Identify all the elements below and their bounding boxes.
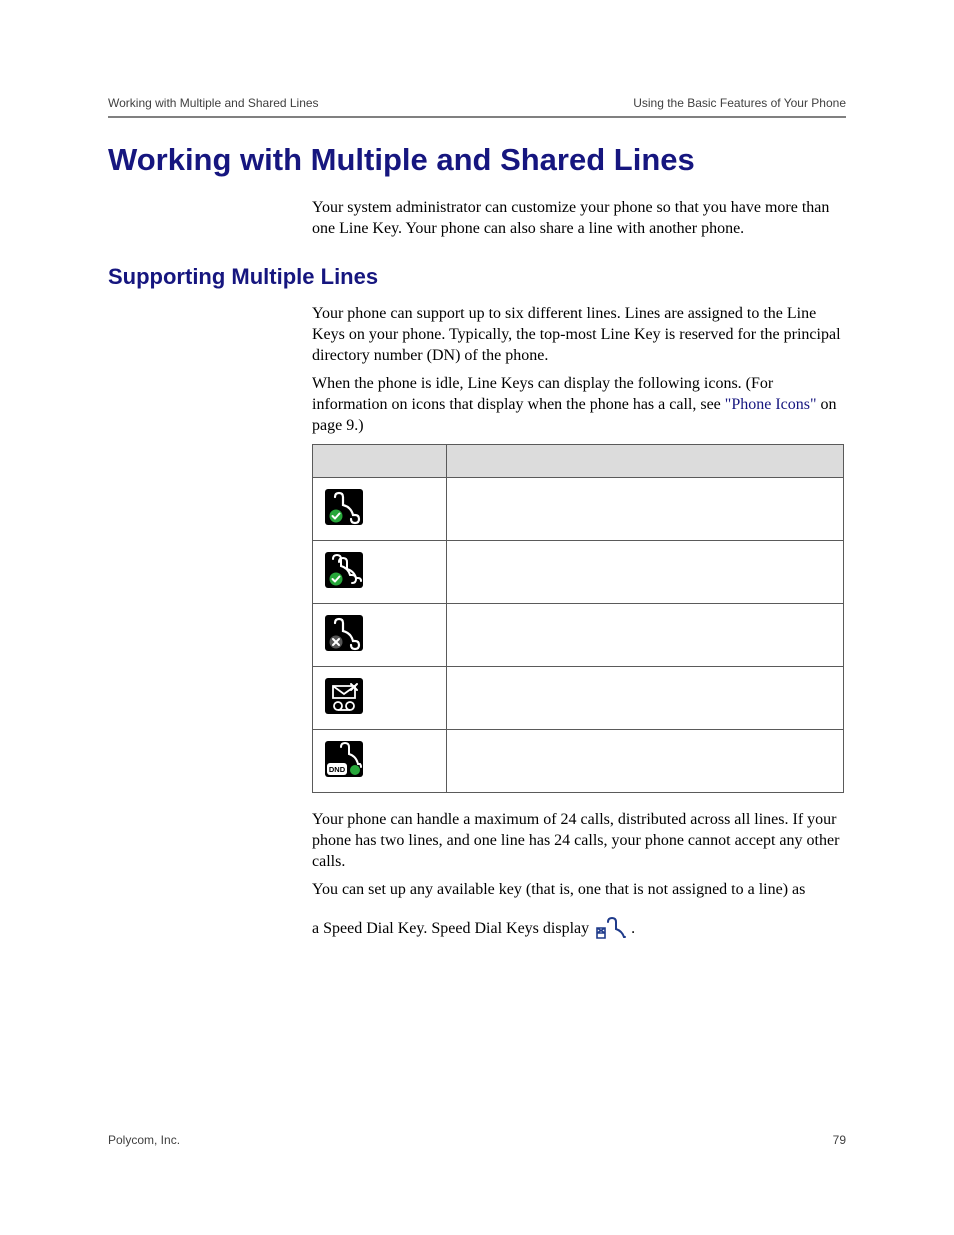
header-right: Using the Basic Features of Your Phone (633, 96, 846, 110)
speed-dial-key-icon (593, 914, 627, 944)
paragraph-2a: When the phone is idle, Line Keys can di… (312, 375, 773, 413)
desc-cell (447, 667, 844, 730)
intro-paragraph: Your system administrator can customize … (312, 198, 844, 240)
paragraph-4: You can set up any available key (that i… (312, 880, 844, 901)
unregistered-line-icon (325, 615, 363, 651)
table-row (313, 604, 844, 667)
icon-cell (313, 667, 447, 730)
paragraph-5a: a Speed Dial Key. Speed Dial Keys displa… (312, 920, 593, 937)
table-row (313, 541, 844, 604)
voicemail-message-icon (325, 678, 363, 714)
header-left: Working with Multiple and Shared Lines (108, 96, 319, 110)
icon-cell (313, 604, 447, 667)
table-row: DND (313, 730, 844, 793)
page-title: Working with Multiple and Shared Lines (108, 142, 695, 178)
desc-cell (447, 541, 844, 604)
icon-cell (313, 541, 447, 604)
desc-cell (447, 730, 844, 793)
icon-cell (313, 478, 447, 541)
registered-line-icon (325, 489, 363, 525)
running-header: Working with Multiple and Shared Lines U… (108, 96, 846, 118)
table-header-row (313, 445, 844, 478)
icon-cell: DND (313, 730, 447, 793)
phone-icons-link[interactable]: "Phone Icons" (725, 396, 817, 413)
icon-table: DND (312, 444, 844, 793)
page-number: 79 (833, 1133, 846, 1147)
table-row (313, 667, 844, 730)
paragraph-3: Your phone can handle a maximum of 24 ca… (312, 810, 844, 872)
dnd-badge-text: DND (329, 765, 346, 774)
table-header-desc (447, 445, 844, 478)
dnd-enabled-line-icon: DND (325, 741, 363, 777)
paragraph-5b: . (631, 920, 635, 937)
footer-company: Polycom, Inc. (108, 1133, 180, 1147)
paragraph-5: a Speed Dial Key. Speed Dial Keys displa… (312, 912, 844, 946)
paragraph-2: When the phone is idle, Line Keys can di… (312, 374, 844, 436)
table-row (313, 478, 844, 541)
desc-cell (447, 478, 844, 541)
section-heading: Supporting Multiple Lines (108, 264, 378, 290)
table-header-icon (313, 445, 447, 478)
paragraph-1: Your phone can support up to six differe… (312, 304, 844, 366)
registered-shared-line-icon (325, 552, 363, 588)
desc-cell (447, 604, 844, 667)
